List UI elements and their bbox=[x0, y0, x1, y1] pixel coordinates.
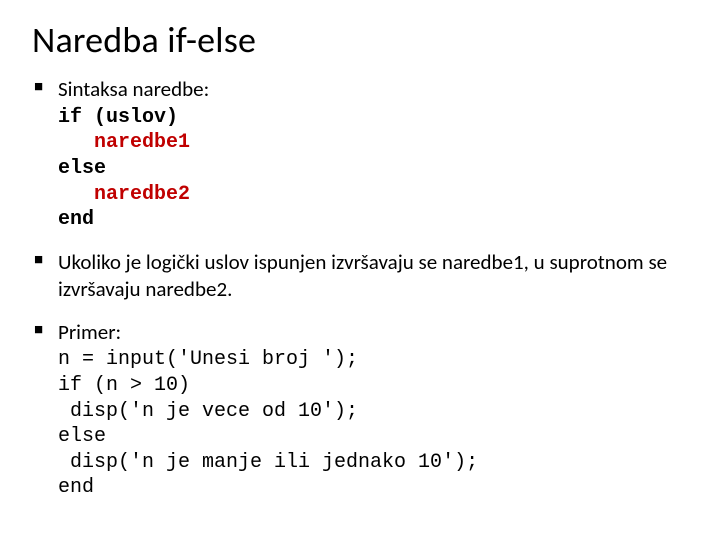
bullet-example: Primer: n = input('Unesi broj '); if (n … bbox=[30, 319, 690, 501]
kw-end: end bbox=[58, 208, 94, 231]
naredbe2-text: naredbe2 bbox=[94, 183, 190, 206]
bullet-syntax: Sintaksa naredbe: if (uslov) naredbe1 el… bbox=[30, 76, 690, 233]
expl-part1: Ukoliko je logički uslov ispunjen izvrša… bbox=[58, 249, 442, 275]
slide-title: Naredba if-else bbox=[32, 18, 690, 62]
bullet-syntax-lead: Sintaksa naredbe: bbox=[58, 76, 209, 102]
ex-l3: disp('n je vece od 10'); bbox=[58, 400, 358, 423]
ex-l2: if (n > 10) bbox=[58, 374, 190, 397]
ex-l6: end bbox=[58, 476, 94, 499]
bullet-explanation: Ukoliko je logički uslov ispunjen izvrša… bbox=[30, 249, 690, 303]
example-code-block: n = input('Unesi broj '); if (n > 10) di… bbox=[58, 347, 690, 501]
expl-n1: naredbe1 bbox=[442, 249, 524, 275]
kw-else: else bbox=[58, 157, 106, 180]
expl-n2: naredbe2 bbox=[145, 276, 227, 302]
syntax-code-block: if (uslov) naredbe1 else naredbe2 end bbox=[58, 105, 690, 233]
ex-l5: disp('n je manje ili jednako 10'); bbox=[58, 451, 478, 474]
kw-if: if bbox=[58, 106, 82, 129]
bullet-list: Sintaksa naredbe: if (uslov) naredbe1 el… bbox=[30, 76, 690, 501]
naredbe1-text: naredbe1 bbox=[94, 131, 190, 154]
bullet-example-lead: Primer: bbox=[58, 319, 121, 345]
expl-part3: . bbox=[227, 276, 232, 302]
ex-l1: n = input('Unesi broj '); bbox=[58, 348, 358, 371]
cond-text: (uslov) bbox=[82, 106, 178, 129]
ex-l4: else bbox=[58, 425, 106, 448]
slide: Naredba if-else Sintaksa naredbe: if (us… bbox=[0, 0, 720, 540]
